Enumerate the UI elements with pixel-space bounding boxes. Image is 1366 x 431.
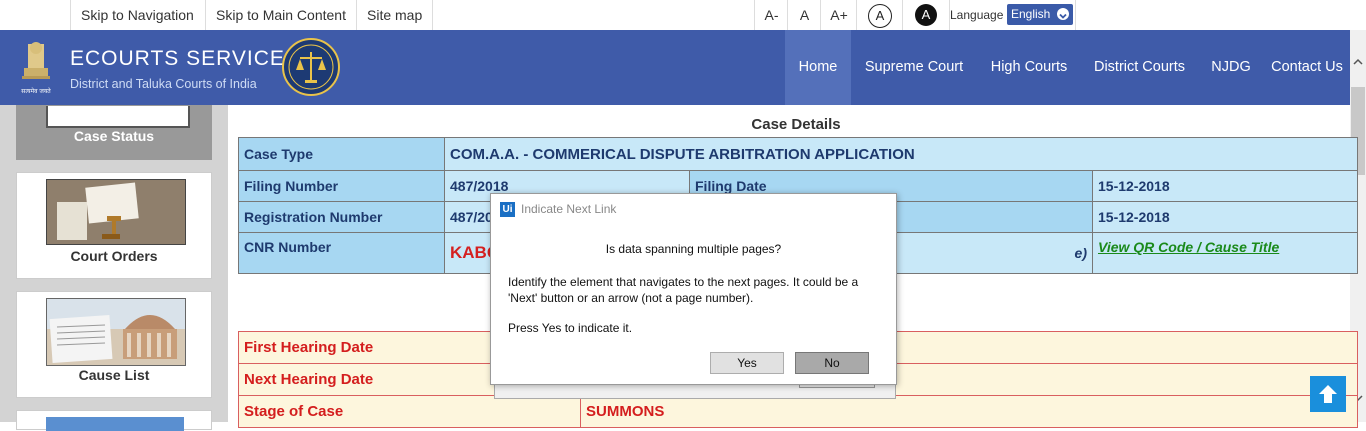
stage-of-case-label: Stage of Case xyxy=(238,395,581,428)
site-subtitle: District and Taluka Courts of India xyxy=(70,77,257,91)
dialog-title: Indicate Next Link xyxy=(521,202,617,216)
language-label: Language xyxy=(950,8,1004,22)
chevron-down-icon xyxy=(1057,8,1069,20)
table-row: Case Type COM.A.A. - COMMERICAL DISPUTE … xyxy=(238,137,1358,171)
nav-njdg[interactable]: NJDG xyxy=(1198,30,1264,105)
site-header: सत्यमेव जयते ECOURTS SERVICES District a… xyxy=(0,30,1350,105)
nav-supreme-court[interactable]: Supreme Court xyxy=(851,30,977,105)
stage-of-case-value: SUMMONS xyxy=(580,395,1358,428)
qr-code-cell: View QR Code / Cause Title xyxy=(1092,232,1358,274)
scroll-to-top-button[interactable] xyxy=(1310,376,1346,412)
accessibility-bar: Skip to Navigation Skip to Main Content … xyxy=(0,0,1366,30)
contrast-dark-button[interactable]: A xyxy=(915,4,937,26)
registration-date-value: 15-12-2018 xyxy=(1092,201,1358,233)
language-value: English xyxy=(1011,7,1051,21)
font-decrease-button[interactable]: A- xyxy=(754,0,788,30)
cnr-number-label: CNR Number xyxy=(238,232,445,274)
case-details-heading: Case Details xyxy=(751,116,841,133)
registration-number-label: Registration Number xyxy=(238,201,445,233)
sidebar-item-court-orders[interactable]: Court Orders xyxy=(16,172,212,279)
case-type-value: COM.A.A. - COMMERICAL DISPUTE ARBITRATIO… xyxy=(444,137,1358,171)
sidebar-item-cause-list[interactable]: Cause List xyxy=(16,291,212,398)
font-increase-button[interactable]: A+ xyxy=(820,0,857,30)
scroll-up-icon xyxy=(1353,58,1363,65)
site-map-link[interactable]: Site map xyxy=(356,0,434,30)
yes-button[interactable]: Yes xyxy=(710,352,784,374)
indicate-next-link-dialog: Ui Indicate Next Link Is data spanning m… xyxy=(490,193,897,385)
skip-to-main-content-link[interactable]: Skip to Main Content xyxy=(205,0,356,30)
view-qr-code-link[interactable]: View QR Code / Cause Title xyxy=(1098,239,1279,255)
sidebar-item-label: Case Status xyxy=(73,128,155,144)
no-button[interactable]: No xyxy=(795,352,869,374)
nav-home[interactable]: Home xyxy=(785,30,851,105)
national-emblem-logo: सत्यमेव जयते xyxy=(16,38,56,96)
court-orders-image xyxy=(46,179,186,245)
sidebar-item-case-status[interactable]: Case Status xyxy=(16,105,212,160)
site-title: ECOURTS SERVICES xyxy=(70,47,300,70)
dialog-instruction: Press Yes to indicate it. xyxy=(508,321,633,335)
nav-contact-us[interactable]: Contact Us xyxy=(1264,30,1350,105)
services-sidebar: Case Status Court Orders Cause List xyxy=(0,105,228,431)
cause-list-image xyxy=(46,298,186,366)
arrow-up-icon xyxy=(1319,385,1337,403)
ecourts-seal-logo xyxy=(282,38,340,96)
nav-district-courts[interactable]: District Courts xyxy=(1081,30,1198,105)
dialog-heading: Is data spanning multiple pages? xyxy=(605,242,782,256)
table-row: Stage of Case SUMMONS xyxy=(238,395,1358,428)
filing-date-value: 15-12-2018 xyxy=(1092,170,1358,202)
sidebar-item-label: Court Orders xyxy=(70,248,158,264)
sidebar-item-image xyxy=(46,417,184,431)
uipath-logo-icon: Ui xyxy=(500,202,515,217)
case-status-image xyxy=(46,106,190,128)
sidebar-item-label: Cause List xyxy=(78,367,150,383)
nav-high-courts[interactable]: High Courts xyxy=(977,30,1081,105)
svg-text:सत्यमेव जयते: सत्यमेव जयते xyxy=(21,87,51,95)
filing-number-label: Filing Number xyxy=(238,170,445,202)
contrast-normal-button[interactable]: A xyxy=(868,4,892,28)
skip-to-navigation-link[interactable]: Skip to Navigation xyxy=(70,0,204,30)
font-normal-button[interactable]: A xyxy=(787,0,821,30)
dialog-body: Identify the element that navigates to t… xyxy=(508,275,859,305)
language-select[interactable]: English xyxy=(1007,4,1073,25)
case-type-label: Case Type xyxy=(238,137,445,171)
sidebar-item-next[interactable] xyxy=(16,410,212,431)
